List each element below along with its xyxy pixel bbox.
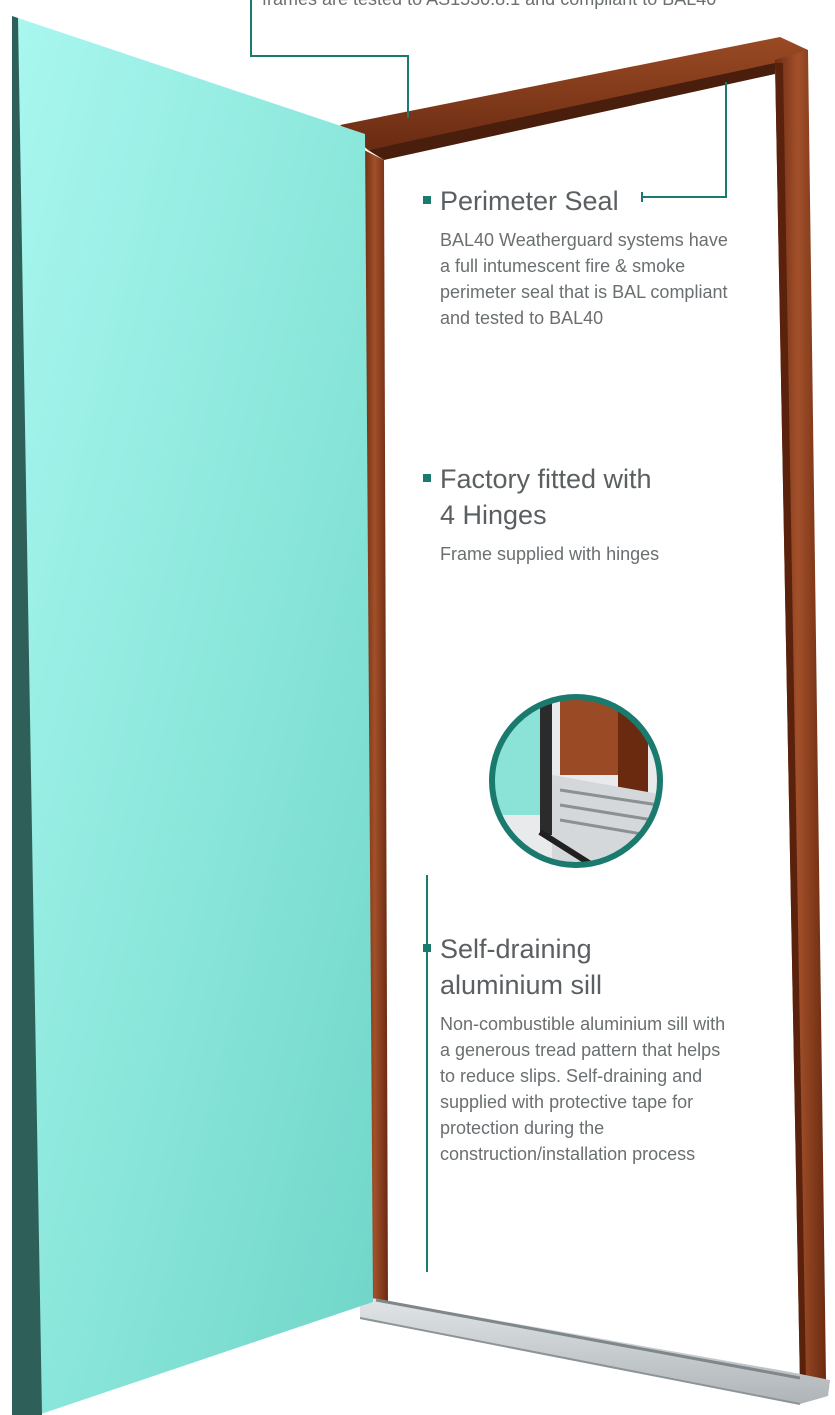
callout-line-top [251, 0, 408, 118]
square-bullet-icon [423, 196, 431, 204]
feature-title: Perimeter Seal [440, 183, 619, 219]
feature-title-line2: 4 Hinges [440, 500, 547, 530]
square-bullet-icon [423, 944, 431, 952]
sill-edge-2 [360, 1318, 800, 1404]
top-callout-text: frames are tested to AS1530.8.1 and comp… [262, 0, 716, 12]
square-bullet-icon [423, 474, 431, 482]
feature-description: BAL40 Weatherguard systems have a full i… [440, 227, 740, 331]
feature-description: Non-combustible aluminium sill with a ge… [440, 1011, 730, 1167]
aluminium-sill [360, 1296, 830, 1404]
feature-title-line1: Self-draining [440, 934, 592, 964]
frame-head [340, 37, 808, 150]
feature-description: Frame supplied with hinges [440, 541, 665, 567]
feature-perimeter-seal: Perimeter Seal BAL40 Weatherguard system… [423, 183, 743, 331]
door-leaf [12, 16, 373, 1415]
feature-hinges: Factory fitted with 4 Hinges Frame suppl… [423, 461, 723, 567]
feature-sill: Self-draining aluminium sill Non-combust… [423, 931, 733, 1167]
feature-title-line1: Factory fitted with [440, 464, 652, 494]
feature-title: Self-draining aluminium sill [440, 931, 602, 1003]
feature-title-line2: aluminium sill [440, 970, 602, 1000]
sill-edge [376, 1300, 800, 1378]
feature-title: Factory fitted with 4 Hinges [440, 461, 652, 533]
